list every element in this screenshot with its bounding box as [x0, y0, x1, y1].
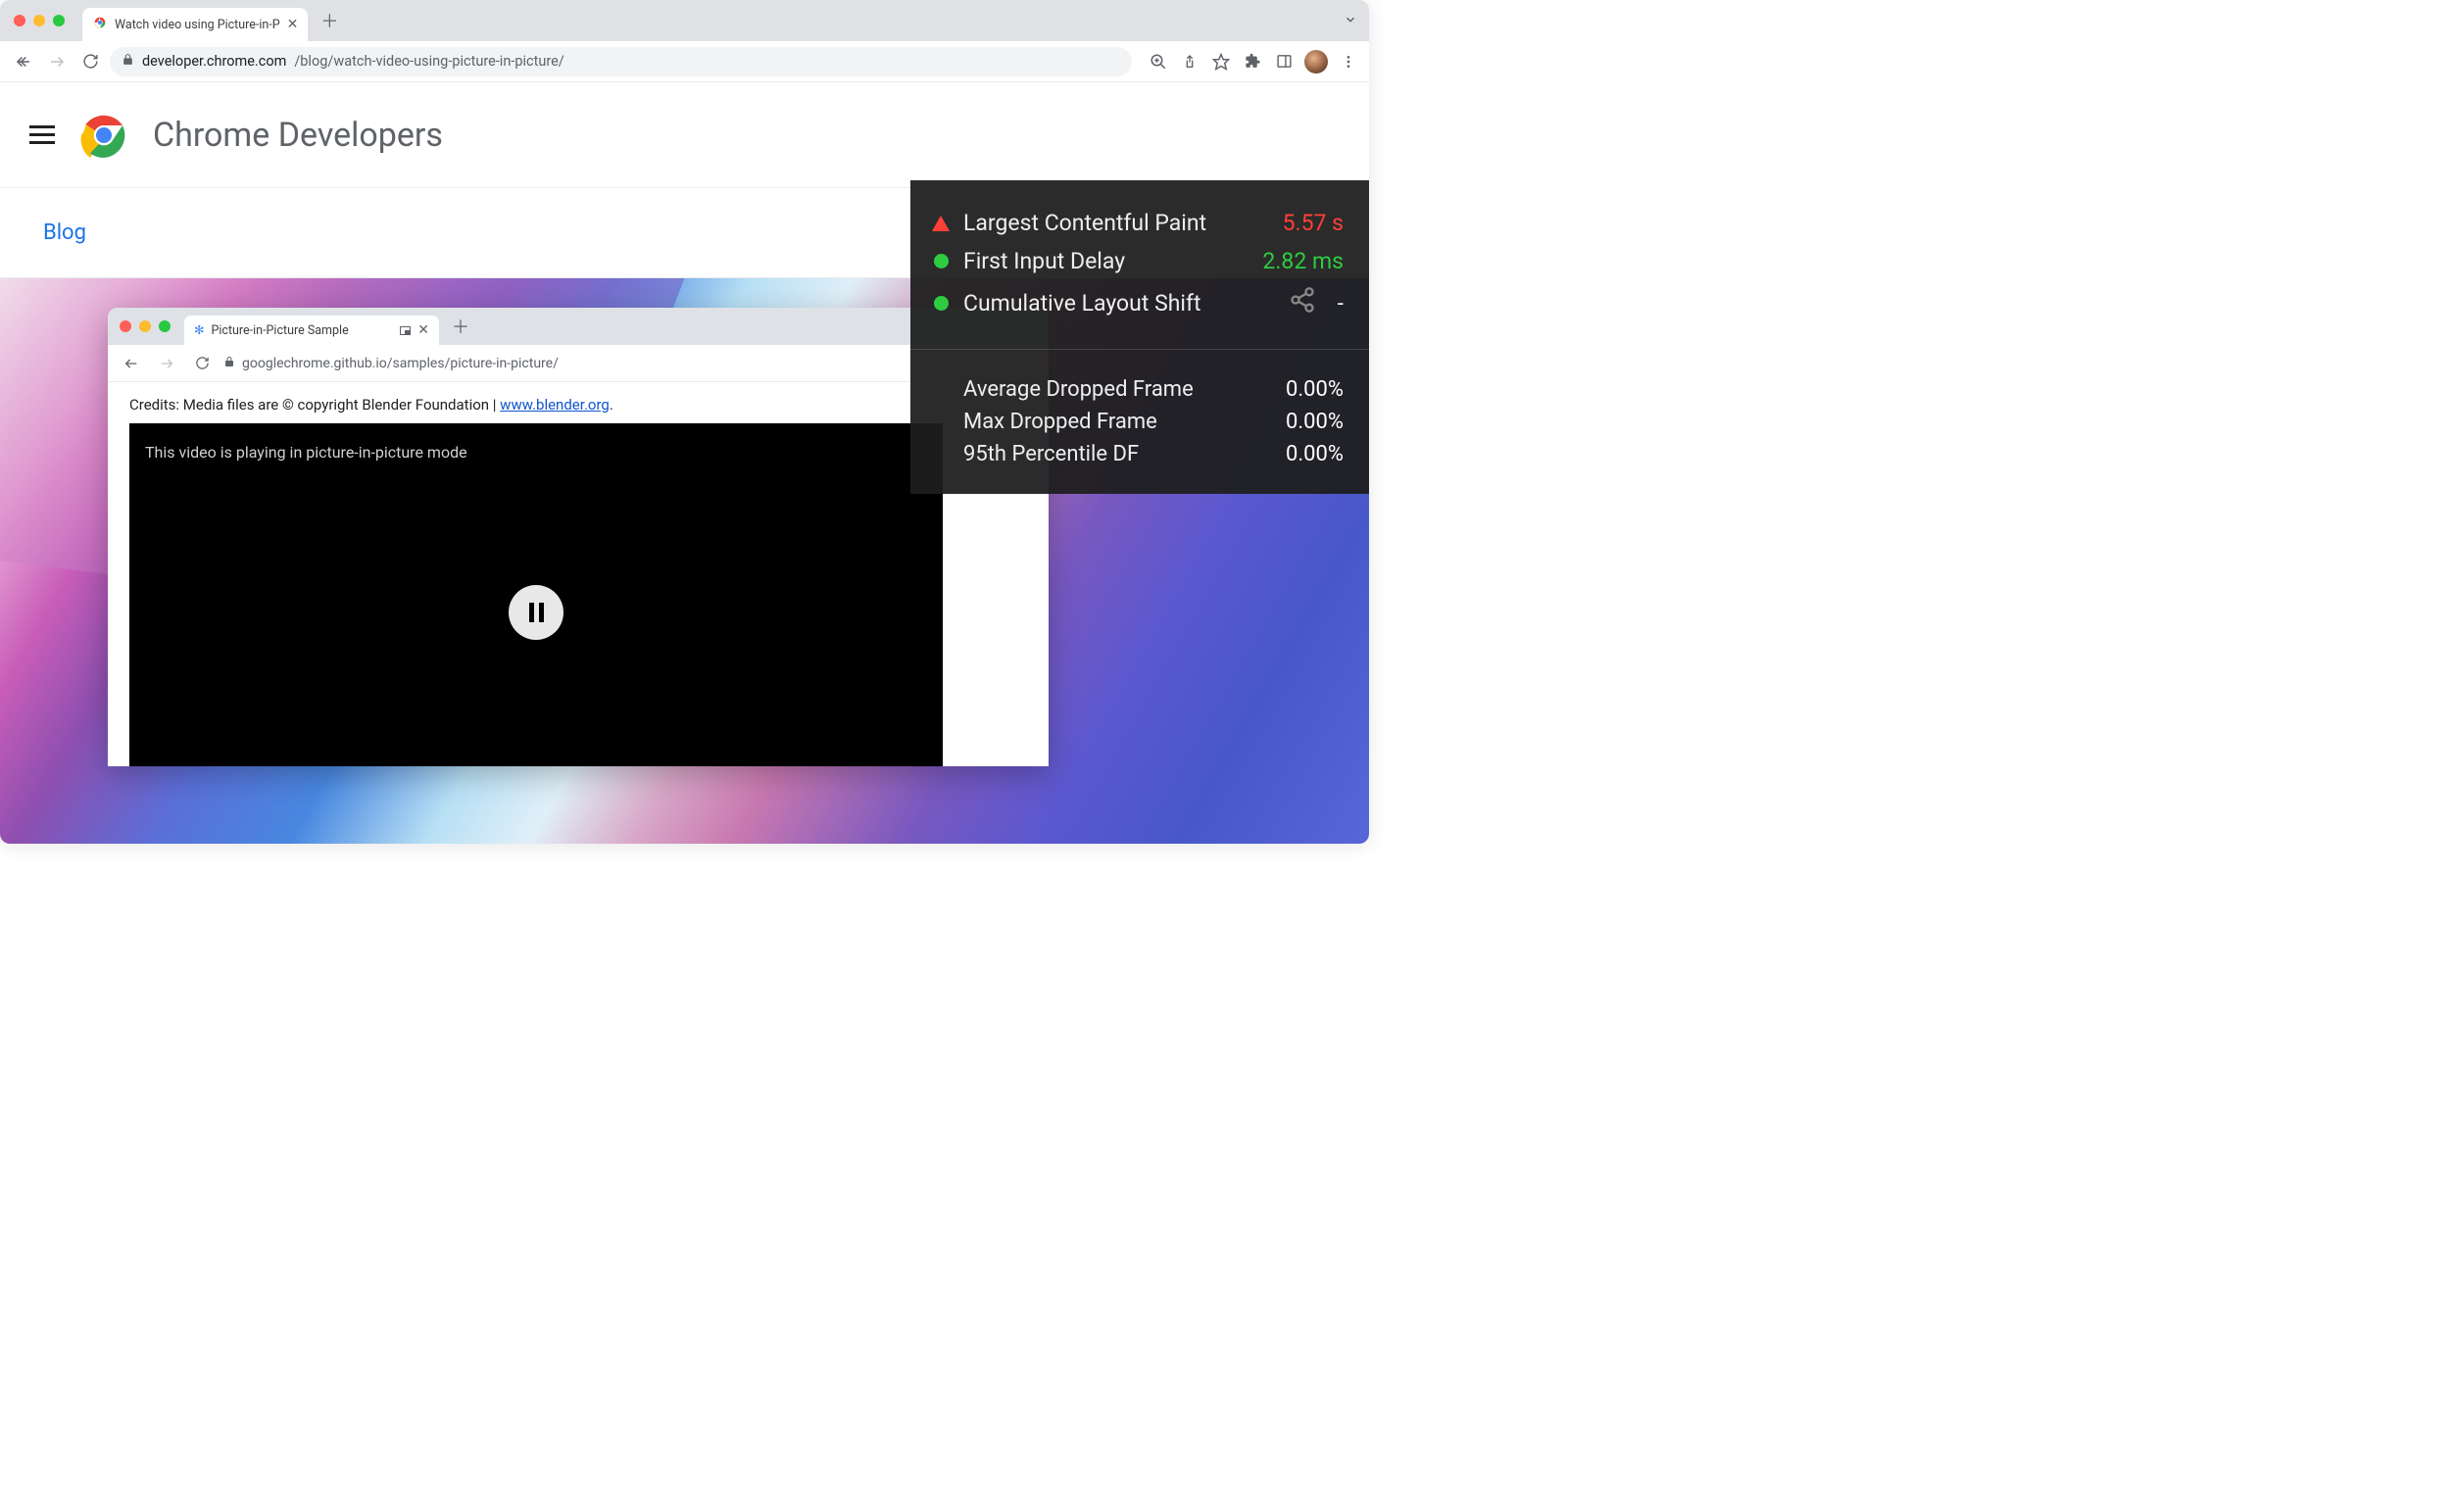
url-bar[interactable]: developer.chrome.com/blog/watch-video-us… [110, 47, 1132, 76]
nested-tab-close-button[interactable]: ✕ [417, 322, 429, 338]
metric-cls: Cumulative Layout Shift - [932, 280, 1344, 325]
nested-maximize-button[interactable] [159, 320, 171, 332]
nested-page-content: Credits: Media files are © copyright Ble… [108, 382, 1049, 766]
profile-avatar[interactable] [1304, 50, 1328, 73]
metric-value: 0.00% [1286, 410, 1344, 434]
metric-p95-df: 95th Percentile DF 0.00% [932, 438, 1344, 470]
new-tab-button[interactable]: ＋ [316, 7, 343, 34]
nested-lock-icon [223, 356, 235, 371]
gear-favicon-icon: ✻ [194, 322, 204, 338]
metric-label: Largest Contentful Paint [963, 210, 1269, 236]
nav-bar: developer.chrome.com/blog/watch-video-us… [0, 41, 1369, 82]
nested-url-text: googlechrome.github.io/samples/picture-i… [242, 356, 559, 371]
url-host: developer.chrome.com [142, 53, 286, 70]
pause-icon [529, 603, 544, 622]
nested-close-button[interactable] [120, 320, 131, 332]
reload-button[interactable] [76, 48, 104, 75]
metric-max-df: Max Dropped Frame 0.00% [932, 406, 1344, 438]
tab-close-button[interactable]: ✕ [287, 17, 299, 32]
minimize-window-button[interactable] [33, 15, 45, 26]
metric-avg-df: Average Dropped Frame 0.00% [932, 373, 1344, 406]
nested-back-button[interactable] [118, 350, 145, 377]
tab-bar: Watch video using Picture-in-P ✕ ＋ [0, 0, 1369, 41]
url-path: /blog/watch-video-using-picture-in-pictu… [294, 53, 563, 70]
metric-lcp: Largest Contentful Paint 5.57 s [932, 204, 1344, 242]
metric-label: 95th Percentile DF [932, 442, 1272, 466]
hamburger-menu-button[interactable] [29, 125, 55, 144]
forward-button[interactable] [43, 48, 71, 75]
bookmark-star-icon[interactable] [1210, 51, 1232, 73]
credits-text: Credits: Media files are © copyright Ble… [129, 396, 1027, 414]
metrics-overlay: Largest Contentful Paint 5.57 s First In… [910, 180, 1369, 494]
metric-value: 5.57 s [1283, 210, 1344, 236]
zoom-icon[interactable] [1148, 51, 1169, 73]
nested-nav-bar: googlechrome.github.io/samples/picture-i… [108, 345, 1049, 382]
metric-value: 0.00% [1286, 442, 1344, 466]
nested-browser-window: ✻ Picture-in-Picture Sample ✕ ＋ googlech… [108, 308, 1049, 766]
sidepanel-icon[interactable] [1273, 51, 1295, 73]
metric-label: Max Dropped Frame [932, 410, 1272, 434]
metric-value: - [1330, 290, 1344, 317]
pip-indicator-icon [400, 326, 411, 335]
nested-minimize-button[interactable] [139, 320, 151, 332]
warning-triangle-icon [932, 215, 950, 232]
nested-tab-bar: ✻ Picture-in-Picture Sample ✕ ＋ [108, 308, 1049, 345]
site-title: Chrome Developers [153, 116, 443, 155]
menu-button[interactable] [1338, 51, 1359, 73]
share-metric-icon[interactable] [1289, 286, 1316, 319]
browser-window: Watch video using Picture-in-P ✕ ＋ devel… [0, 0, 1369, 844]
page-content: Chrome Developers Blog ✻ Picture-in-Pict… [0, 82, 1369, 844]
web-vitals-section: Largest Contentful Paint 5.57 s First In… [910, 180, 1369, 349]
dropped-frame-section: Average Dropped Frame 0.00% Max Dropped … [910, 350, 1369, 494]
lock-icon [122, 53, 134, 70]
nested-reload-button[interactable] [188, 350, 216, 377]
ok-circle-icon [932, 294, 950, 312]
share-icon[interactable] [1179, 51, 1200, 73]
breadcrumb-blog-link[interactable]: Blog [43, 220, 86, 245]
metric-label: First Input Delay [963, 248, 1248, 274]
video-caption: This video is playing in picture-in-pict… [145, 443, 467, 462]
close-window-button[interactable] [14, 15, 25, 26]
credits-suffix: . [610, 396, 613, 414]
chrome-favicon-icon [92, 15, 108, 34]
video-player[interactable]: This video is playing in picture-in-pict… [129, 423, 943, 766]
nested-forward-button[interactable] [153, 350, 180, 377]
nested-window-controls [120, 320, 171, 332]
metric-value: 2.82 ms [1262, 248, 1344, 274]
extensions-icon[interactable] [1242, 51, 1263, 73]
browser-tab[interactable]: Watch video using Picture-in-P ✕ [82, 8, 308, 41]
tab-overflow-button[interactable] [1344, 12, 1357, 30]
nested-tab[interactable]: ✻ Picture-in-Picture Sample ✕ [184, 316, 439, 345]
blender-link[interactable]: www.blender.org [500, 396, 610, 414]
maximize-window-button[interactable] [53, 15, 65, 26]
chrome-logo-icon [80, 112, 127, 159]
site-header: Chrome Developers [0, 82, 1369, 188]
metric-label: Cumulative Layout Shift [963, 290, 1275, 317]
nested-tab-title: Picture-in-Picture Sample [211, 323, 393, 338]
credits-prefix: Credits: Media files are © copyright Ble… [129, 396, 500, 414]
window-controls [14, 15, 65, 26]
metric-label: Average Dropped Frame [932, 377, 1272, 402]
toolbar-icons [1148, 50, 1359, 73]
nested-new-tab-button[interactable]: ＋ [447, 313, 474, 340]
tab-title: Watch video using Picture-in-P [115, 18, 280, 32]
metric-value: 0.00% [1286, 377, 1344, 402]
pause-button[interactable] [509, 585, 563, 640]
metric-fid: First Input Delay 2.82 ms [932, 242, 1344, 280]
back-button[interactable] [10, 48, 37, 75]
ok-circle-icon [932, 253, 950, 270]
